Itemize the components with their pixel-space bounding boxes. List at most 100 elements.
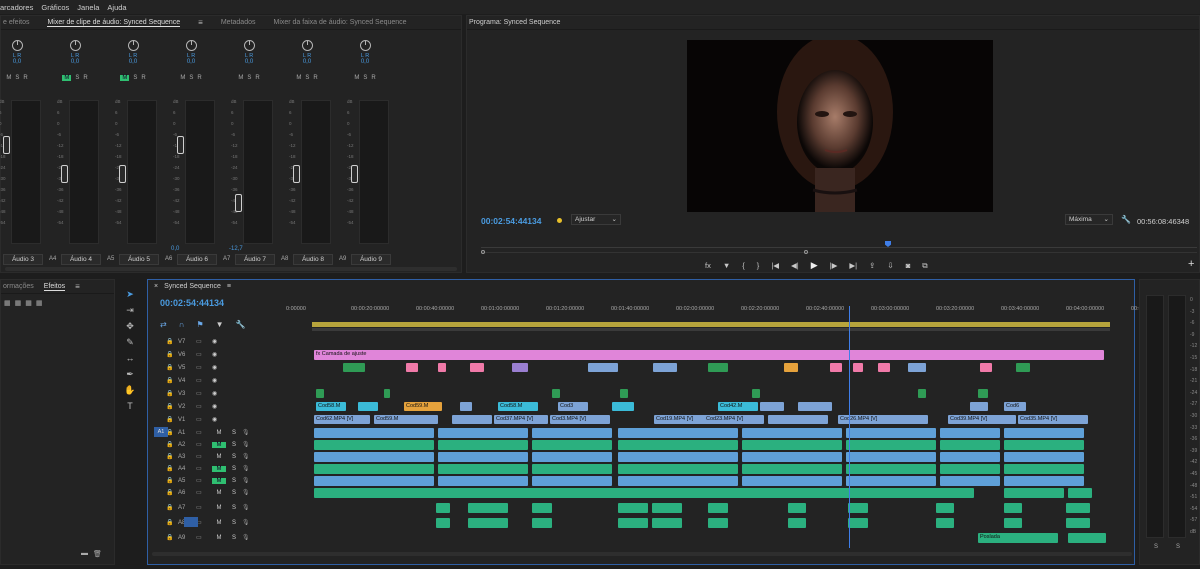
lock-icon[interactable]: 🔒: [166, 489, 178, 496]
timeline-clip[interactable]: [468, 518, 508, 528]
track-label[interactable]: V1: [178, 417, 196, 423]
mic-icon[interactable]: 🎙: [242, 429, 250, 436]
play-icon[interactable]: ▶: [811, 260, 818, 271]
quality-dropdown[interactable]: Máxima ⌄: [1065, 214, 1113, 225]
mic-icon[interactable]: 🎙: [242, 534, 250, 541]
mic-icon[interactable]: 🎙: [242, 519, 250, 526]
menu-marcadores[interactable]: arcadores: [0, 3, 33, 12]
pan-knob[interactable]: [185, 40, 197, 51]
timeline-clip[interactable]: [708, 363, 728, 372]
record-button[interactable]: R: [371, 75, 375, 81]
timeline-clip[interactable]: [618, 452, 738, 462]
timeline-clip[interactable]: [532, 518, 552, 528]
mute-button[interactable]: M: [212, 454, 226, 460]
timeline-clip[interactable]: [788, 518, 806, 528]
record-button[interactable]: R: [23, 75, 27, 81]
timeline-clip[interactable]: [618, 476, 738, 486]
mute-button[interactable]: M: [238, 75, 243, 81]
timeline-clip[interactable]: [452, 415, 492, 424]
program-video-frame[interactable]: [687, 40, 993, 212]
volume-fader[interactable]: [177, 136, 184, 155]
timeline-clip[interactable]: [314, 488, 974, 498]
sequence-tab[interactable]: Synced Sequence: [164, 283, 221, 290]
sync-icon[interactable]: ▭: [196, 504, 212, 511]
timeline-clip[interactable]: [532, 452, 612, 462]
preset-icon[interactable]: ▦: [4, 299, 11, 307]
timeline-clip[interactable]: [846, 476, 936, 486]
eye-icon[interactable]: ◉: [212, 377, 217, 384]
timeline-clip[interactable]: [742, 476, 842, 486]
timeline-clip[interactable]: [436, 503, 450, 513]
volume-fader[interactable]: [235, 193, 242, 212]
timeline-clip[interactable]: Cod42.M: [718, 402, 758, 411]
eye-icon[interactable]: ◉: [212, 390, 217, 397]
lock-icon[interactable]: 🔒: [166, 351, 178, 358]
mic-icon[interactable]: 🎙: [242, 504, 250, 511]
lock-icon[interactable]: 🔒: [166, 504, 178, 511]
timeline-clip[interactable]: [1004, 452, 1084, 462]
timeline-clip[interactable]: [970, 402, 988, 411]
mute-button[interactable]: M: [212, 430, 226, 436]
track-label[interactable]: V3: [178, 391, 196, 397]
pen-tool-icon[interactable]: ✒: [124, 368, 136, 380]
mic-icon[interactable]: 🎙: [242, 489, 250, 496]
solo-button[interactable]: S: [226, 466, 242, 472]
tab-info[interactable]: ormações: [3, 283, 34, 290]
linked-selection-icon[interactable]: ⚑: [196, 320, 203, 329]
sync-icon[interactable]: ▭: [196, 519, 212, 526]
timeline-clip[interactable]: [1004, 464, 1084, 474]
lock-icon[interactable]: 🔒: [166, 377, 178, 384]
timeline-clip[interactable]: [908, 363, 926, 372]
add-marker-icon[interactable]: ▼: [216, 320, 224, 329]
pan-knob[interactable]: [11, 40, 23, 51]
mute-button[interactable]: M: [212, 520, 226, 526]
timeline-clip[interactable]: [358, 402, 378, 411]
timeline-clip[interactable]: [438, 476, 528, 486]
mark-out-icon[interactable]: }: [757, 261, 760, 270]
timeline-clip[interactable]: [532, 503, 552, 513]
timeline-clip[interactable]: Cod58.M: [498, 402, 538, 411]
solo-right-button[interactable]: S: [1176, 544, 1180, 550]
lock-icon[interactable]: 🔒: [166, 416, 178, 423]
text-tool-icon[interactable]: T: [124, 400, 136, 412]
solo-left-button[interactable]: S: [1154, 544, 1158, 550]
pan-knob[interactable]: [301, 40, 313, 51]
timeline-clip[interactable]: [768, 415, 828, 424]
work-area-bar[interactable]: [312, 322, 1110, 327]
mute-button[interactable]: M: [120, 75, 130, 81]
track-label[interactable]: V6: [178, 352, 196, 358]
lock-icon[interactable]: 🔒: [166, 453, 178, 460]
timeline-clip[interactable]: [940, 428, 1000, 438]
eye-icon[interactable]: ◉: [212, 351, 217, 358]
timeline-clip[interactable]: [940, 476, 1000, 486]
timeline-clip[interactable]: [1004, 428, 1084, 438]
timeline-clip[interactable]: [742, 452, 842, 462]
solo-button[interactable]: S: [15, 75, 19, 81]
go-to-in-icon[interactable]: |◀: [771, 261, 779, 270]
mark-in-icon[interactable]: {: [742, 261, 745, 270]
accelerated-icon[interactable]: ▦: [15, 299, 22, 307]
volume-fader[interactable]: [3, 136, 10, 155]
mute-button[interactable]: M: [212, 441, 226, 448]
mic-icon[interactable]: 🎙: [242, 465, 250, 472]
solo-button[interactable]: S: [226, 454, 242, 460]
timeline-clip[interactable]: [940, 440, 1000, 450]
timeline-clip[interactable]: Cod26.MP4 [V]: [838, 415, 928, 424]
solo-button[interactable]: S: [305, 75, 309, 81]
timeline-clip[interactable]: [343, 363, 365, 372]
timeline-clip[interactable]: [1004, 518, 1022, 528]
lock-icon[interactable]: 🔒: [166, 390, 178, 397]
record-button[interactable]: R: [141, 75, 145, 81]
menu-ajuda[interactable]: Ajuda: [107, 3, 126, 12]
timeline-clip[interactable]: Cod23.MP4 [V]: [704, 415, 764, 424]
eye-icon[interactable]: ◉: [212, 338, 217, 345]
mute-button[interactable]: M: [296, 75, 301, 81]
timeline-scrollbar[interactable]: [152, 552, 1132, 556]
lock-icon[interactable]: 🔒: [166, 519, 178, 526]
mute-button[interactable]: M: [6, 75, 11, 81]
timeline-clip[interactable]: Cod59.M: [404, 402, 442, 411]
timeline-clip[interactable]: [940, 464, 1000, 474]
sync-icon[interactable]: ▭: [196, 453, 212, 460]
timeline-clip[interactable]: [314, 452, 434, 462]
timeline-clip[interactable]: [384, 389, 390, 398]
